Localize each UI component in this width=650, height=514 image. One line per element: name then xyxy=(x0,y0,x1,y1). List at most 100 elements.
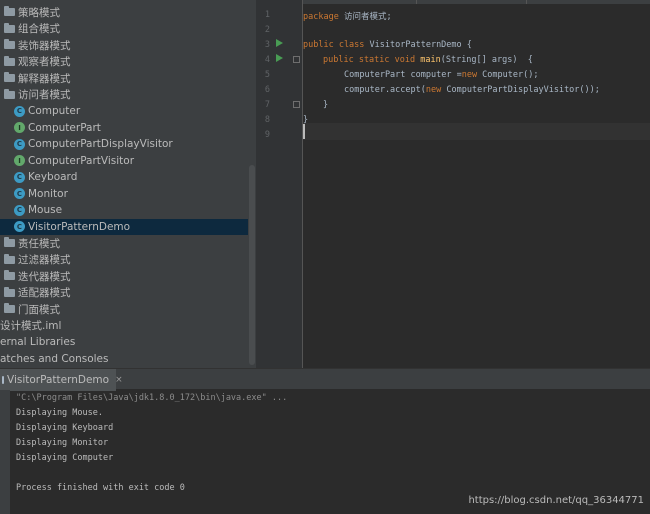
code-keyword: public class xyxy=(303,40,365,50)
current-line-highlight xyxy=(303,123,650,140)
tree-item-keyboard[interactable]: C Keyboard xyxy=(0,169,248,186)
tree-item-label: 解释器模式 xyxy=(18,72,71,85)
interface-icon: I xyxy=(14,155,25,167)
runnable-class-icon: C xyxy=(14,221,25,233)
folder-icon xyxy=(4,270,15,281)
line-number: 1 xyxy=(264,10,270,20)
folder-icon xyxy=(4,237,15,248)
console-exit-line: Process finished with exit code 0 xyxy=(16,483,185,493)
line-number: 9 xyxy=(264,130,270,140)
tree-item-label: VisitorPatternDemo xyxy=(28,220,131,233)
code-text: 访问者模式; xyxy=(338,12,392,22)
tree-item-adapter[interactable]: 适配器模式 xyxy=(0,285,248,302)
line-number: 2 xyxy=(264,25,270,35)
tree-item-monitor[interactable]: C Monitor xyxy=(0,186,248,203)
run-header: VisitorPatternDemo × xyxy=(0,368,650,391)
class-icon: C xyxy=(14,171,25,183)
tree-item-label: atches and Consoles xyxy=(0,352,109,365)
tree-item-label: 过滤器模式 xyxy=(18,254,71,267)
tree-item-facade[interactable]: 门面模式 xyxy=(0,301,248,318)
fold-marker-icon[interactable] xyxy=(293,101,300,108)
tree-item-label: 观察者模式 xyxy=(18,56,71,69)
tree-item-mouse[interactable]: C Mouse xyxy=(0,202,248,219)
tree-item-visitorpatterndemo[interactable]: C VisitorPatternDemo xyxy=(0,218,248,235)
editor-tab[interactable] xyxy=(296,0,376,4)
editor-tab[interactable] xyxy=(416,0,516,4)
tree-item-interpreter[interactable]: 解释器模式 xyxy=(0,70,248,87)
class-icon: C xyxy=(14,204,25,216)
folder-icon xyxy=(4,39,15,50)
tree-item-visitor[interactable]: 访问者模式 xyxy=(0,87,248,104)
tree-item-external-libraries[interactable]: ernal Libraries xyxy=(0,334,248,351)
tree-item-label: 组合模式 xyxy=(18,23,60,36)
class-icon: C xyxy=(14,105,25,117)
code-text: computer.accept( xyxy=(344,85,426,95)
console-output-line: Displaying Keyboard xyxy=(16,423,114,433)
tree-item-filter[interactable]: 过滤器模式 xyxy=(0,252,248,269)
tree-item-computerpartvisitor[interactable]: I ComputerPartVisitor xyxy=(0,153,248,170)
line-number: 6 xyxy=(264,85,270,95)
line-number: 4 xyxy=(264,55,270,65)
text-caret xyxy=(303,124,305,139)
editor-gutter: 1 2 3 4 5 6 7 8 9 xyxy=(256,0,303,368)
folder-icon xyxy=(4,303,15,314)
code-keyword: public static void xyxy=(323,55,416,65)
tree-item-label: ernal Libraries xyxy=(0,336,76,349)
code-text: Computer(); xyxy=(477,70,539,80)
code-line-3: public class VisitorPatternDemo { xyxy=(303,40,472,50)
tree-item-label: ComputerPartVisitor xyxy=(28,154,135,167)
fold-marker-icon[interactable] xyxy=(293,56,300,63)
code-text: (String[] args) { xyxy=(440,55,533,65)
tree-item-label: 迭代器模式 xyxy=(18,270,71,283)
tree-item-observer[interactable]: 观察者模式 xyxy=(0,54,248,71)
class-icon: C xyxy=(14,188,25,200)
run-tool-window: VisitorPatternDemo × "C:\Program Files\J… xyxy=(0,368,650,514)
tree-item-label: ComputerPart xyxy=(28,121,101,134)
editor-tab-strip xyxy=(256,0,650,4)
folder-icon xyxy=(4,55,15,66)
code-editor[interactable]: 1 2 3 4 5 6 7 8 9 package 访问者模式; public … xyxy=(256,0,650,368)
tree-item-scratches[interactable]: atches and Consoles xyxy=(0,351,248,368)
tree-item-computerpartdisplayvisitor[interactable]: C ComputerPartDisplayVisitor xyxy=(0,136,248,153)
tree-item-label: Monitor xyxy=(28,187,68,200)
line-number: 8 xyxy=(264,115,270,125)
code-line-5: ComputerPart computer =new Computer(); xyxy=(344,70,538,80)
console-command-line: "C:\Program Files\Java\jdk1.8.0_172\bin\… xyxy=(16,393,288,403)
tree-item-responsibility[interactable]: 责任模式 xyxy=(0,235,248,252)
tree-item-label: 装饰器模式 xyxy=(18,39,71,52)
line-number: 3 xyxy=(264,40,270,50)
line-number: 5 xyxy=(264,70,270,80)
run-main-icon[interactable] xyxy=(276,54,283,62)
tree-item-label: Mouse xyxy=(28,204,63,217)
code-keyword: new xyxy=(461,70,478,80)
tree-scrollbar[interactable] xyxy=(249,165,255,365)
tree-item-computer[interactable]: C Computer xyxy=(0,103,248,120)
tree-item-decorator[interactable]: 装饰器模式 xyxy=(0,37,248,54)
console-output-line: Displaying Monitor xyxy=(16,438,109,448)
code-text: ComputerPartDisplayVisitor()); xyxy=(441,85,600,95)
line-number: 7 xyxy=(264,100,270,110)
tree-item-strategy[interactable]: 策略模式 xyxy=(0,4,248,21)
tree-item-iterator[interactable]: 迭代器模式 xyxy=(0,268,248,285)
folder-icon xyxy=(4,22,15,33)
tree-item-label: ComputerPartDisplayVisitor xyxy=(28,138,173,151)
tree-item-iml-file[interactable]: 设计模式.iml xyxy=(0,318,248,335)
editor-tab[interactable] xyxy=(526,0,626,4)
run-class-icon[interactable] xyxy=(276,39,283,47)
tree-item-label: 策略模式 xyxy=(18,6,60,19)
code-text: ComputerPart computer = xyxy=(344,70,462,80)
console-icon xyxy=(2,376,4,384)
tree-item-computerpart[interactable]: I ComputerPart xyxy=(0,120,248,137)
code-line-1: package 访问者模式; xyxy=(303,10,392,22)
run-tab[interactable]: VisitorPatternDemo × xyxy=(0,369,123,391)
code-keyword: package xyxy=(303,12,339,22)
tree-item-label: 责任模式 xyxy=(18,237,60,250)
close-icon[interactable]: × xyxy=(115,375,123,385)
console-output-line: Displaying Mouse. xyxy=(16,408,103,418)
folder-icon xyxy=(4,286,15,297)
tree-item-label: 设计模式.iml xyxy=(0,320,62,333)
interface-icon: I xyxy=(14,122,25,134)
tree-item-composite[interactable]: 组合模式 xyxy=(0,21,248,38)
tree-item-label: Keyboard xyxy=(28,171,78,184)
project-tree-panel: 策略模式 组合模式 装饰器模式 观察者模式 解释器模式 访问者模式 C Comp… xyxy=(0,0,256,368)
